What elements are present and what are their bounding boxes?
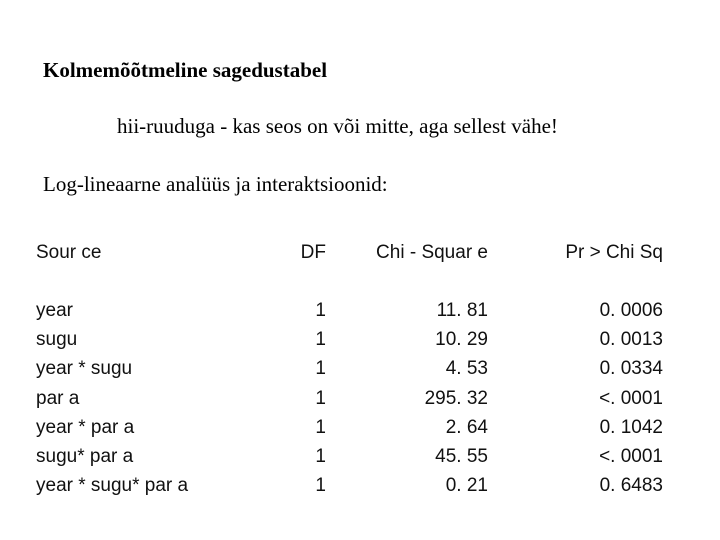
cell-chi-square: 2. 64 bbox=[445, 416, 488, 438]
cell-chi-square: 11. 81 bbox=[436, 299, 488, 321]
cell-df: 1 bbox=[315, 475, 326, 497]
cell-source: sugu bbox=[36, 328, 78, 350]
spacer-row bbox=[36, 267, 663, 296]
header-chi-square: Chi - Squar e bbox=[376, 241, 488, 263]
cell-df: 1 bbox=[315, 416, 326, 438]
table-row: year * sugu 1 4. 53 0. 0334 bbox=[36, 355, 663, 384]
table-row: sugu 1 10. 29 0. 0013 bbox=[36, 325, 663, 354]
cell-source: year bbox=[36, 299, 73, 321]
table-row: year 1 11. 81 0. 0006 bbox=[36, 296, 663, 325]
header-pr-chisq: Pr > Chi Sq bbox=[565, 241, 663, 263]
table-row: par a 1 295. 32 <. 0001 bbox=[36, 384, 663, 413]
table-row: year * par a 1 2. 64 0. 1042 bbox=[36, 413, 663, 442]
table-row: sugu* par a 1 45. 55 <. 0001 bbox=[36, 442, 663, 471]
cell-chi-square: 295. 32 bbox=[424, 387, 488, 409]
cell-source: year * par a bbox=[36, 416, 135, 438]
cell-source: year * sugu* par a bbox=[36, 475, 189, 497]
subtitle: hii-ruuduga - kas seos on või mitte, aga… bbox=[117, 114, 558, 138]
cell-df: 1 bbox=[315, 446, 326, 468]
cell-chi-square: 0. 21 bbox=[445, 475, 488, 497]
cell-source: sugu* par a bbox=[36, 446, 134, 468]
cell-df: 1 bbox=[315, 299, 326, 321]
cell-df: 1 bbox=[315, 328, 326, 350]
header-source: Sour ce bbox=[36, 241, 102, 263]
table-header-row: Sour ce DF Chi - Squar e Pr > Chi Sq bbox=[36, 238, 663, 267]
cell-pr-chisq: 0. 6483 bbox=[599, 475, 663, 497]
cell-chi-square: 10. 29 bbox=[435, 328, 488, 350]
cell-chi-square: 45. 55 bbox=[435, 446, 488, 468]
section-heading: Log-lineaarne analüüs ja interaktsioonid… bbox=[43, 172, 388, 196]
cell-df: 1 bbox=[315, 358, 326, 380]
cell-pr-chisq: 0. 0013 bbox=[599, 328, 663, 350]
page-title: Kolmemõõtmeline sagedustabel bbox=[43, 58, 328, 82]
cell-source: year * sugu bbox=[36, 358, 133, 380]
table-row: year * sugu* par a 1 0. 21 0. 6483 bbox=[36, 472, 663, 501]
cell-pr-chisq: <. 0001 bbox=[599, 446, 663, 468]
cell-pr-chisq: 0. 1042 bbox=[599, 416, 663, 438]
cell-pr-chisq: <. 0001 bbox=[599, 387, 663, 409]
cell-source: par a bbox=[36, 387, 80, 409]
cell-df: 1 bbox=[315, 387, 326, 409]
header-df: DF bbox=[300, 241, 326, 263]
cell-pr-chisq: 0. 0006 bbox=[599, 299, 663, 321]
cell-chi-square: 4. 53 bbox=[445, 358, 488, 380]
cell-pr-chisq: 0. 0334 bbox=[599, 358, 663, 380]
chi-square-table: Sour ce DF Chi - Squar e Pr > Chi Sq yea… bbox=[36, 238, 663, 501]
